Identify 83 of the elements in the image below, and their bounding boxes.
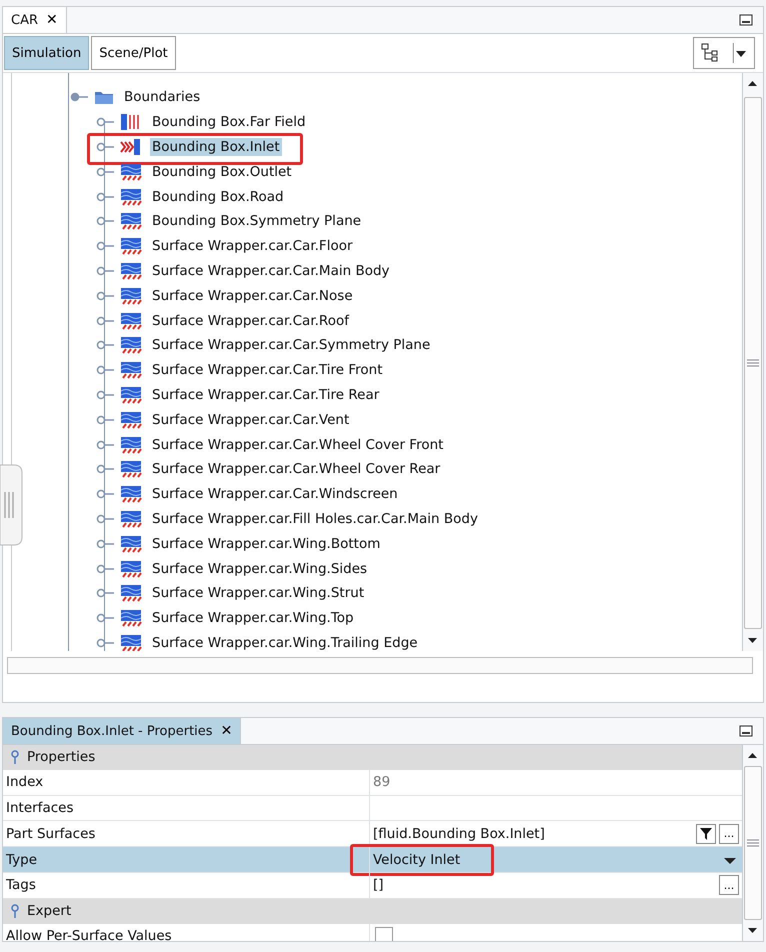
property-name: Interfaces [3, 796, 370, 820]
wall-boundary-icon [120, 188, 142, 206]
view-tab[interactable]: Simulation [4, 36, 90, 70]
tree-item[interactable]: Surface Wrapper.car.Wing.Top [150, 609, 356, 628]
tree-item[interactable]: Bounding Box.Outlet [150, 162, 294, 181]
wall-boundary-icon [120, 485, 142, 504]
group-header[interactable]: Properties [3, 745, 742, 770]
tree-item[interactable]: Surface Wrapper.car.Wing.Sides [150, 560, 370, 578]
vertical-scrollbar[interactable] [742, 73, 763, 651]
grip-icon [747, 359, 759, 367]
tree-item[interactable]: Boundaries [122, 88, 202, 106]
wall-boundary-icon [120, 361, 142, 380]
close-button[interactable]: ✕ [46, 12, 58, 28]
tree-item[interactable]: Bounding Box.Far Field [150, 113, 308, 132]
folder-icon [94, 89, 114, 106]
wall-boundary-icon [120, 336, 142, 354]
wall-boundary-icon [120, 609, 142, 628]
tree-item[interactable]: Bounding Box.Inlet [150, 138, 282, 156]
property-value: [fluid.Bounding Box.Inlet] [373, 826, 545, 842]
tree-item[interactable]: Bounding Box.Symmetry Plane [150, 212, 364, 230]
wall-boundary-icon [120, 286, 142, 305]
property-name: Index [3, 770, 370, 795]
property-name: Tags [3, 872, 370, 898]
filter-button[interactable] [696, 824, 716, 844]
property-name: Part Surfaces [3, 821, 370, 846]
wall-boundary-icon [120, 212, 142, 230]
wall-boundary-icon [120, 162, 142, 181]
tree-item[interactable]: Bounding Box.Road [150, 188, 286, 206]
wall-boundary-icon [120, 534, 142, 553]
group-label: Expert [27, 903, 72, 920]
wall-boundary-icon [120, 436, 142, 454]
tree-item[interactable]: Surface Wrapper.car.Fill Holes.car.Car.Main Body [150, 510, 480, 528]
caret-icon [733, 43, 747, 63]
tree-item[interactable]: Surface Wrapper.car.Car.Wheel Cover Front [150, 436, 446, 454]
view-tab[interactable]: Scene/Plot [91, 36, 176, 70]
checkbox[interactable] [375, 926, 393, 941]
vertical-scrollbar[interactable] [742, 745, 763, 941]
property-value: [] [373, 877, 384, 894]
tree-item[interactable]: Surface Wrapper.car.Wing.Trailing Edge [150, 634, 420, 651]
tree-item[interactable]: Surface Wrapper.car.Car.Vent [150, 410, 352, 429]
dropdown-value[interactable]: Velocity Inlet [373, 852, 460, 868]
property-name: Allow Per-Surface Values [3, 924, 370, 941]
grip-icon [747, 839, 759, 847]
minimize-icon[interactable] [739, 14, 753, 26]
tree-item[interactable]: Surface Wrapper.car.Car.Tire Front [150, 361, 385, 380]
wall-boundary-icon [120, 560, 142, 578]
free-stream-boundary-icon [120, 113, 142, 132]
horizontal-scrollbar[interactable] [7, 657, 753, 674]
tree-icon [701, 43, 719, 63]
tree-item[interactable]: Surface Wrapper.car.Car.Wheel Cover Rear [150, 460, 442, 478]
minimize-icon[interactable] [739, 725, 753, 737]
property-value: 89 [373, 774, 390, 790]
tree-item[interactable]: Surface Wrapper.car.Car.Nose [150, 286, 355, 305]
tree-item[interactable]: Surface Wrapper.car.Car.Main Body [150, 262, 392, 280]
splitter-handle[interactable] [0, 464, 24, 546]
panel-tab[interactable]: CAR [11, 12, 38, 28]
tree-item[interactable]: Surface Wrapper.car.Car.Floor [150, 237, 355, 256]
wall-boundary-icon [120, 312, 142, 330]
wall-boundary-icon [120, 460, 142, 478]
tree-item[interactable]: Surface Wrapper.car.Car.Roof [150, 312, 351, 330]
ellipsis-button[interactable]: ... [719, 875, 739, 896]
group-label: Properties [27, 749, 96, 766]
pin-icon [11, 904, 19, 918]
tree-item[interactable]: Surface Wrapper.car.Car.Symmetry Plane [150, 336, 432, 354]
tree-item[interactable]: Surface Wrapper.car.Car.Tire Rear [150, 386, 382, 404]
pin-icon [11, 750, 19, 764]
wall-boundary-icon [120, 510, 142, 528]
wall-boundary-icon [120, 634, 142, 651]
wall-boundary-icon [120, 584, 142, 602]
inlet-boundary-icon [120, 138, 142, 156]
group-header[interactable]: Expert [3, 898, 742, 924]
wall-boundary-icon [120, 237, 142, 256]
wall-boundary-icon [120, 410, 142, 429]
panel-tab[interactable]: Bounding Box.Inlet - Properties [11, 724, 213, 738]
tree-item[interactable]: Surface Wrapper.car.Wing.Strut [150, 584, 366, 602]
property-name: Type [3, 847, 370, 872]
close-button[interactable]: ✕ [220, 723, 232, 739]
tree-view-button[interactable] [693, 37, 755, 69]
wall-boundary-icon [120, 262, 142, 280]
tree-item[interactable]: Surface Wrapper.car.Wing.Bottom [150, 534, 382, 553]
wall-boundary-icon [120, 386, 142, 404]
ellipsis-button[interactable]: ... [719, 824, 739, 844]
tree-item[interactable]: Surface Wrapper.car.Car.Windscreen [150, 485, 400, 504]
